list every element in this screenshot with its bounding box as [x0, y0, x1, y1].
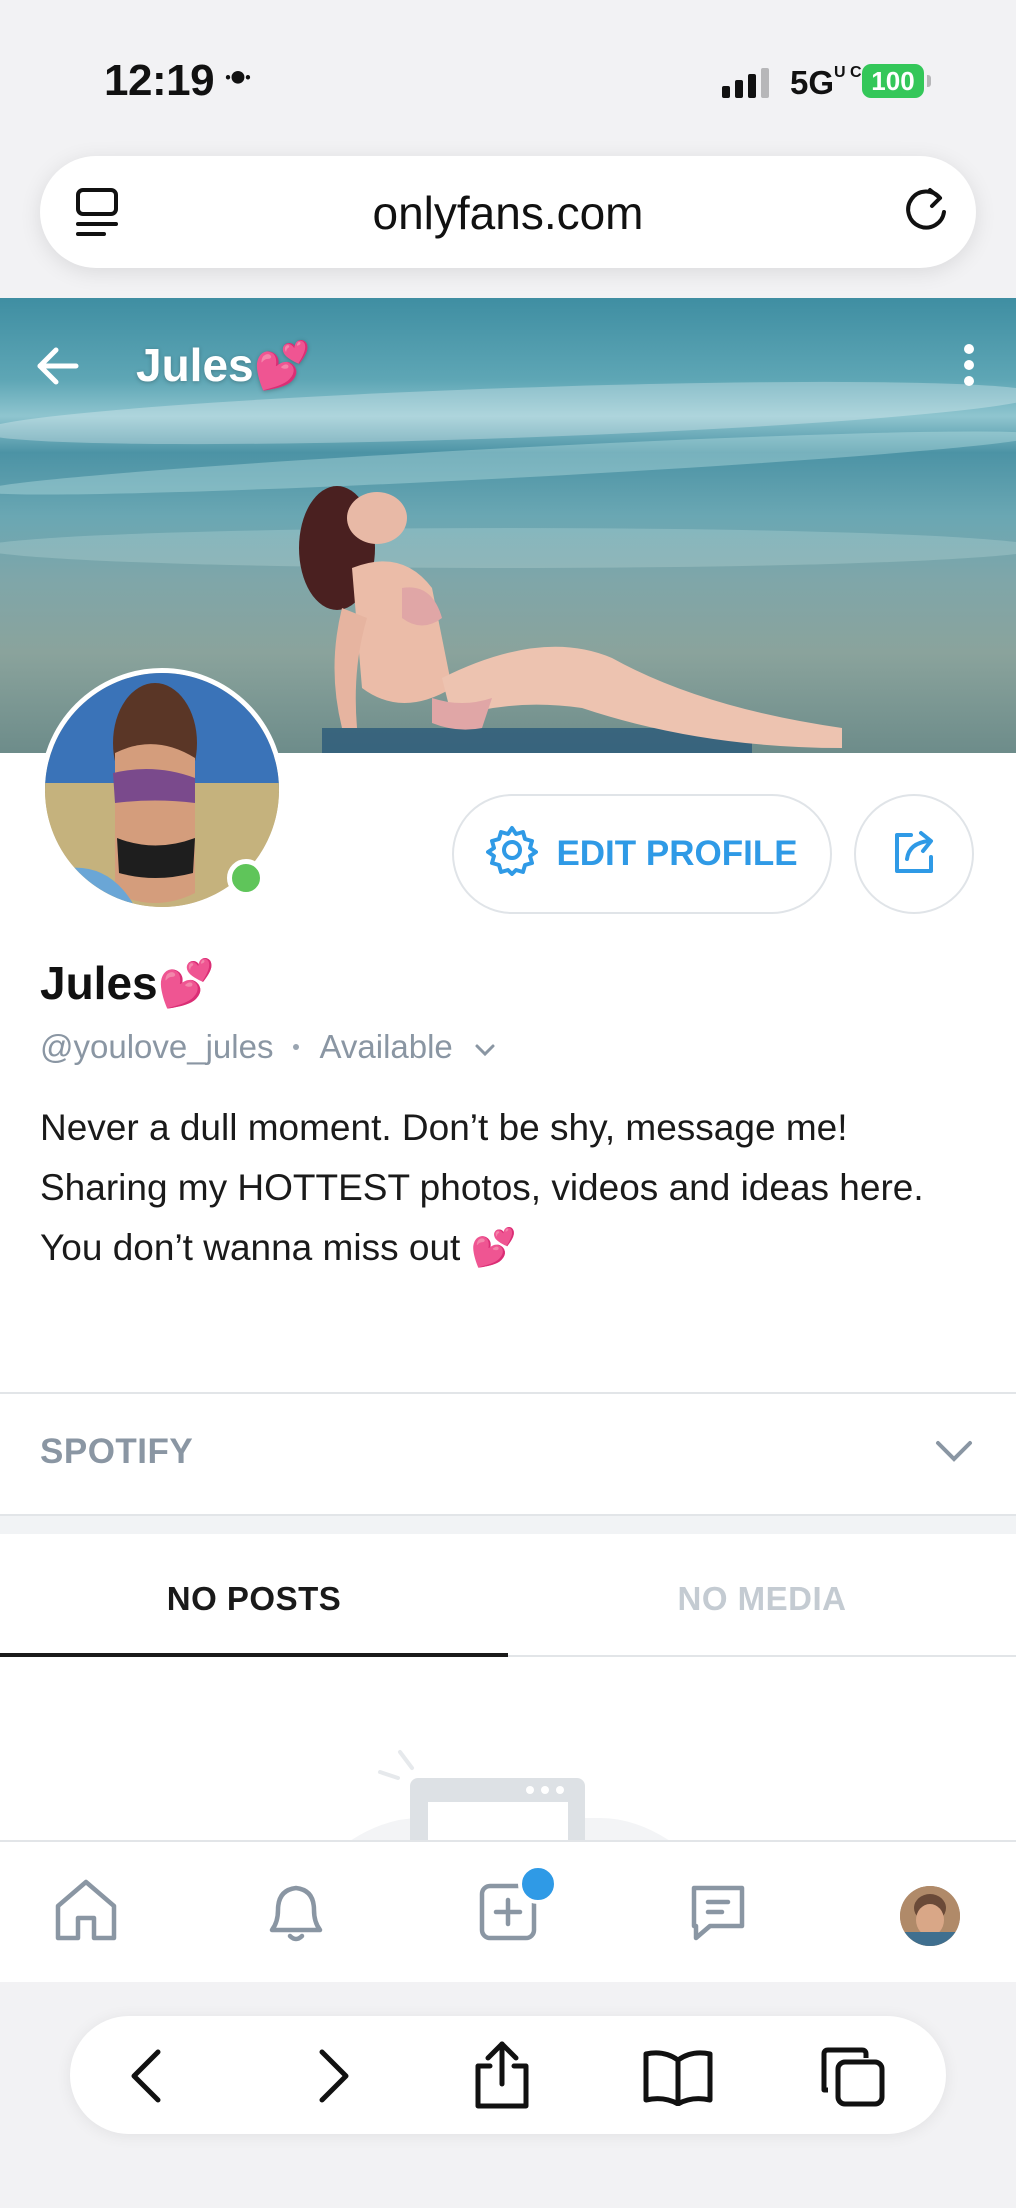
- tab-media[interactable]: NO MEDIA: [508, 1580, 1016, 1618]
- gear-icon: [486, 824, 539, 885]
- share-profile-button[interactable]: [854, 794, 974, 914]
- bell-icon[interactable]: [260, 1874, 332, 1951]
- spotify-expand-chevron-icon[interactable]: [934, 1438, 974, 1469]
- profile-bio: Never a dull moment. Don’t be shy, messa…: [40, 1107, 924, 1268]
- more-options-icon[interactable]: [962, 342, 976, 393]
- spotify-section-label[interactable]: SPOTIFY: [40, 1432, 193, 1472]
- divider: [0, 1392, 1016, 1394]
- separator-dot: [293, 1044, 300, 1050]
- availability-status[interactable]: Available: [319, 1028, 452, 1066]
- edit-profile-button[interactable]: EDIT PROFILE: [452, 794, 832, 914]
- notification-badge: [518, 1864, 558, 1904]
- browser-toolbar: [70, 2016, 946, 2134]
- status-bar: 12:19 ꔹ 5GU C 100: [0, 0, 1016, 140]
- signal-strength-icon: [722, 66, 769, 98]
- handle-row: @youlove_jules Available: [40, 1028, 497, 1066]
- back-icon[interactable]: [120, 2046, 180, 2111]
- status-time: 12:19: [104, 56, 215, 105]
- battery-tip: [927, 75, 931, 87]
- online-status-indicator: [227, 859, 265, 897]
- empty-state-illustration-icon: [351, 1750, 669, 1840]
- address-bar[interactable]: onlyfans.com: [40, 156, 976, 268]
- back-arrow-icon[interactable]: [34, 342, 82, 395]
- cover-title: Jules💕: [136, 339, 311, 391]
- profile-name: Jules💕: [40, 957, 215, 1009]
- url-text[interactable]: onlyfans.com: [40, 186, 976, 240]
- home-icon[interactable]: [50, 1874, 122, 1951]
- tabs-icon[interactable]: [820, 2046, 886, 2113]
- active-tab-indicator: [0, 1653, 508, 1657]
- battery-icon: 100: [862, 64, 924, 98]
- share-sheet-icon[interactable]: [470, 2040, 534, 2115]
- profile-page: Jules💕 EDIT PROFILE Jules💕 @youlove_jule…: [0, 298, 1016, 1840]
- profile-handle: @youlove_jules: [40, 1028, 274, 1065]
- status-app-glyph-icon: ꔹ: [224, 60, 252, 98]
- bookmarks-icon[interactable]: [642, 2046, 714, 2111]
- app-bottom-nav: [0, 1840, 1016, 1982]
- edit-profile-label: EDIT PROFILE: [556, 834, 798, 873]
- tab-posts[interactable]: NO POSTS: [0, 1580, 508, 1618]
- network-type: 5GU C: [790, 64, 862, 101]
- reload-icon[interactable]: [900, 184, 952, 241]
- forward-icon[interactable]: [300, 2046, 360, 2111]
- nav-profile-avatar[interactable]: [900, 1886, 960, 1946]
- chevron-down-icon[interactable]: [473, 1028, 497, 1066]
- messages-icon[interactable]: [682, 1874, 754, 1951]
- share-icon: [889, 827, 939, 882]
- cover-figure-illustration: [299, 486, 842, 753]
- section-gap: [0, 1516, 1016, 1534]
